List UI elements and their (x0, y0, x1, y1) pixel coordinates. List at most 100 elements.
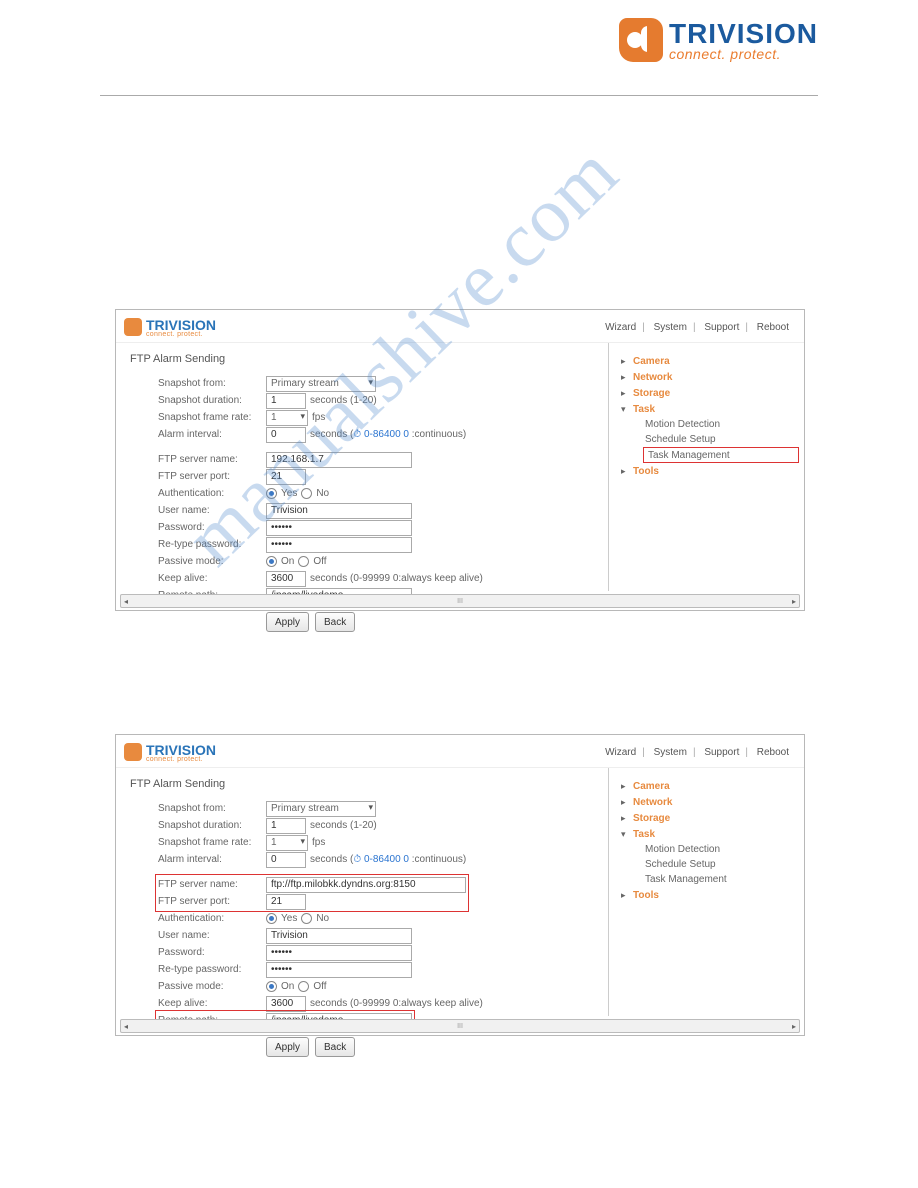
radio-auth-yes[interactable] (266, 488, 277, 499)
radio-passive-on[interactable] (266, 981, 277, 992)
apply-button[interactable]: Apply (266, 612, 309, 632)
input-username[interactable]: Trivision (266, 503, 412, 519)
chevron-right-icon[interactable]: ▸ (621, 372, 629, 383)
sidebar-task[interactable]: Task (633, 404, 655, 415)
radio-passive-off[interactable] (298, 981, 309, 992)
sidebar-tools[interactable]: Tools (633, 890, 659, 901)
label-frame-rate: Snapshot frame rate: (158, 837, 266, 848)
chevron-down-icon[interactable]: ▾ (621, 829, 629, 840)
select-snapshot-from[interactable]: Primary stream (266, 801, 376, 817)
label-auth: Authentication: (158, 488, 266, 499)
sidebar-task-management[interactable]: Task Management (643, 447, 799, 463)
label-passive: Passive mode: (158, 981, 266, 992)
input-ftp-port[interactable]: 21 (266, 469, 306, 485)
sidebar-tools[interactable]: Tools (633, 466, 659, 477)
input-ftp-server[interactable]: 192.168.1.7 (266, 452, 412, 468)
radio-auth-yes[interactable] (266, 913, 277, 924)
input-keepalive[interactable]: 3600 (266, 571, 306, 587)
apply-button[interactable]: Apply (266, 1037, 309, 1057)
label-password: Password: (158, 947, 266, 958)
sidebar-motion-detection[interactable]: Motion Detection (645, 417, 799, 432)
page-header: TRIVISION connect. protect. (100, 0, 818, 96)
sidebar-camera[interactable]: Camera (633, 781, 670, 792)
link-support[interactable]: Support (701, 322, 742, 333)
top-links: Wizard| System| Support| Reboot (602, 322, 792, 333)
sidebar-camera[interactable]: Camera (633, 356, 670, 367)
link-reboot[interactable]: Reboot (754, 747, 792, 758)
chevron-right-icon[interactable]: ▸ (621, 813, 629, 824)
link-reboot[interactable]: Reboot (754, 322, 792, 333)
chevron-right-icon[interactable]: ▸ (621, 797, 629, 808)
sidebar-schedule-setup[interactable]: Schedule Setup (645, 432, 799, 447)
input-duration[interactable]: 1 (266, 393, 306, 409)
sidebar: ▸ Camera ▸ Network ▸ Storage ▾ Task Motion D… (608, 768, 799, 1016)
select-fps[interactable]: 1 (266, 835, 308, 851)
label-passive: Passive mode: (158, 556, 266, 567)
input-ftp-port[interactable]: 21 (266, 894, 306, 910)
label-auth: Authentication: (158, 913, 266, 924)
label-password: Password: (158, 522, 266, 533)
sidebar-network[interactable]: Network (633, 372, 672, 383)
select-snapshot-from[interactable]: Primary stream (266, 376, 376, 392)
link-wizard[interactable]: Wizard (602, 747, 639, 758)
label-username: User name: (158, 505, 266, 516)
label-snapshot-from: Snapshot from: (158, 803, 266, 814)
chevron-right-icon[interactable]: ▸ (621, 356, 629, 367)
chevron-right-icon[interactable]: ▸ (621, 388, 629, 399)
chevron-right-icon[interactable]: ▸ (621, 890, 629, 901)
scroll-right-icon[interactable]: ▸ (789, 1021, 799, 1031)
label-ftp-server: FTP server name: (158, 879, 266, 890)
radio-passive-on[interactable] (266, 556, 277, 567)
link-wizard[interactable]: Wizard (602, 322, 639, 333)
input-password[interactable]: •••••• (266, 520, 412, 536)
input-retype[interactable]: •••••• (266, 537, 412, 553)
hint-duration: seconds (1-20) (310, 820, 377, 831)
label-alarm-interval: Alarm interval: (158, 854, 266, 865)
label-ftp-port: FTP server port: (158, 896, 266, 907)
link-system[interactable]: System (651, 747, 690, 758)
brand-icon (124, 318, 142, 336)
label-snapshot-from: Snapshot from: (158, 378, 266, 389)
input-username[interactable]: Trivision (266, 928, 412, 944)
sidebar-schedule-setup[interactable]: Schedule Setup (645, 857, 799, 872)
label-keepalive: Keep alive: (158, 998, 266, 1009)
chevron-right-icon[interactable]: ▸ (621, 781, 629, 792)
input-password[interactable]: •••••• (266, 945, 412, 961)
sidebar: ▸ Camera ▸ Network ▸ Storage ▾ Task Motion D… (608, 343, 799, 591)
scroll-left-icon[interactable]: ◂ (121, 596, 131, 606)
select-fps[interactable]: 1 (266, 410, 308, 426)
hint-keepalive: seconds (0-99999 0:always keep alive) (310, 573, 483, 584)
app-logo: TRIVISION connect. protect. (124, 317, 216, 338)
back-button[interactable]: Back (315, 1037, 355, 1057)
label-retype: Re-type password: (158, 539, 266, 550)
radio-auth-no[interactable] (301, 488, 312, 499)
sidebar-storage[interactable]: Storage (633, 388, 670, 399)
input-retype[interactable]: •••••• (266, 962, 412, 978)
input-duration[interactable]: 1 (266, 818, 306, 834)
scroll-right-icon[interactable]: ▸ (789, 596, 799, 606)
sidebar-storage[interactable]: Storage (633, 813, 670, 824)
sidebar-task[interactable]: Task (633, 829, 655, 840)
label-snapshot-duration: Snapshot duration: (158, 395, 266, 406)
chevron-right-icon[interactable]: ▸ (621, 466, 629, 477)
sidebar-network[interactable]: Network (633, 797, 672, 808)
sidebar-motion-detection[interactable]: Motion Detection (645, 842, 799, 857)
horizontal-scrollbar[interactable]: ◂ III ▸ (120, 1019, 800, 1033)
hint-fps: fps (312, 837, 325, 848)
screenshot-2: TRIVISION connect. protect. Wizard| Syst… (115, 734, 805, 1036)
radio-passive-off[interactable] (298, 556, 309, 567)
input-alarm[interactable]: 0 (266, 427, 306, 443)
input-alarm[interactable]: 0 (266, 852, 306, 868)
back-button[interactable]: Back (315, 612, 355, 632)
link-support[interactable]: Support (701, 747, 742, 758)
sidebar-task-management[interactable]: Task Management (645, 872, 799, 887)
horizontal-scrollbar[interactable]: ◂ III ▸ (120, 594, 800, 608)
label-retype: Re-type password: (158, 964, 266, 975)
radio-auth-no[interactable] (301, 913, 312, 924)
scroll-left-icon[interactable]: ◂ (121, 1021, 131, 1031)
chevron-down-icon[interactable]: ▾ (621, 404, 629, 415)
link-system[interactable]: System (651, 322, 690, 333)
input-ftp-server[interactable]: ftp://ftp.milobkk.dyndns.org:8150 (266, 877, 466, 893)
label-username: User name: (158, 930, 266, 941)
hint-alarm: seconds (⏱ 0-86400 0 :continuous) (310, 429, 466, 440)
